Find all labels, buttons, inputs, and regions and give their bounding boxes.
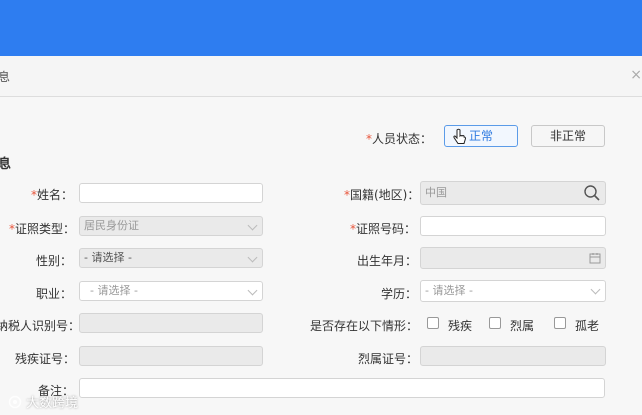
birth-input[interactable] <box>420 247 606 269</box>
disability-checkbox[interactable] <box>427 317 439 329</box>
id-type-label: *证照类型： <box>9 222 76 236</box>
remarks-input[interactable] <box>79 378 605 398</box>
disability-cert-input[interactable] <box>79 346 263 366</box>
close-icon[interactable]: × <box>630 67 642 83</box>
id-number-input[interactable] <box>420 216 606 236</box>
conditions-label: 是否存在以下情形： <box>310 319 419 333</box>
watermark: 大数跨境 <box>8 392 78 411</box>
id-type-select[interactable]: 居民身份证 <box>79 216 263 236</box>
martyr-cert-label: 烈属证号： <box>358 352 419 366</box>
disability-cert-label: 残疾证号： <box>15 352 76 366</box>
search-icon[interactable] <box>583 184 601 202</box>
education-select[interactable]: - 请选择 - <box>420 280 606 302</box>
martyr-checkbox-label: 烈属 <box>510 319 535 333</box>
nationality-label: *国籍(地区)： <box>344 188 420 202</box>
chevron-down-icon <box>247 220 258 231</box>
section-title: 息 <box>0 157 12 172</box>
chevron-down-icon <box>590 284 601 295</box>
name-label: *姓名： <box>31 188 74 202</box>
status-label: *人员状态： <box>366 132 433 146</box>
occupation-label: 职业： <box>36 287 73 301</box>
dialog-header: 息 × <box>0 56 642 97</box>
nationality-input[interactable]: 中国 <box>420 181 606 205</box>
martyr-checkbox[interactable] <box>489 317 501 329</box>
education-label: 学历： <box>381 287 418 301</box>
gender-select[interactable]: - 请选择 - <box>79 248 263 268</box>
top-bar <box>0 0 642 56</box>
taxpayer-id-input[interactable] <box>79 313 263 333</box>
martyr-cert-input[interactable] <box>420 346 606 366</box>
hand-cursor-icon <box>453 128 467 144</box>
occupation-select[interactable]: - 请选择 - <box>79 281 263 301</box>
disability-checkbox-label: 残疾 <box>448 319 473 333</box>
chevron-down-icon <box>247 252 258 263</box>
logo-icon <box>8 395 22 409</box>
calendar-icon[interactable] <box>589 252 601 264</box>
gender-label: 性别： <box>36 254 73 268</box>
birth-label: 出生年月： <box>357 254 418 268</box>
elderly-checkbox-label: 孤老 <box>575 319 600 333</box>
elderly-checkbox[interactable] <box>554 317 566 329</box>
taxpayer-id-label: 纳税人识别号： <box>0 319 81 333</box>
chevron-down-icon <box>247 285 258 296</box>
dialog-title: 息 <box>0 70 11 84</box>
status-abnormal-button[interactable]: 非正常 <box>531 125 605 147</box>
name-input[interactable] <box>79 183 263 203</box>
id-number-label: *证照号码： <box>350 222 417 236</box>
